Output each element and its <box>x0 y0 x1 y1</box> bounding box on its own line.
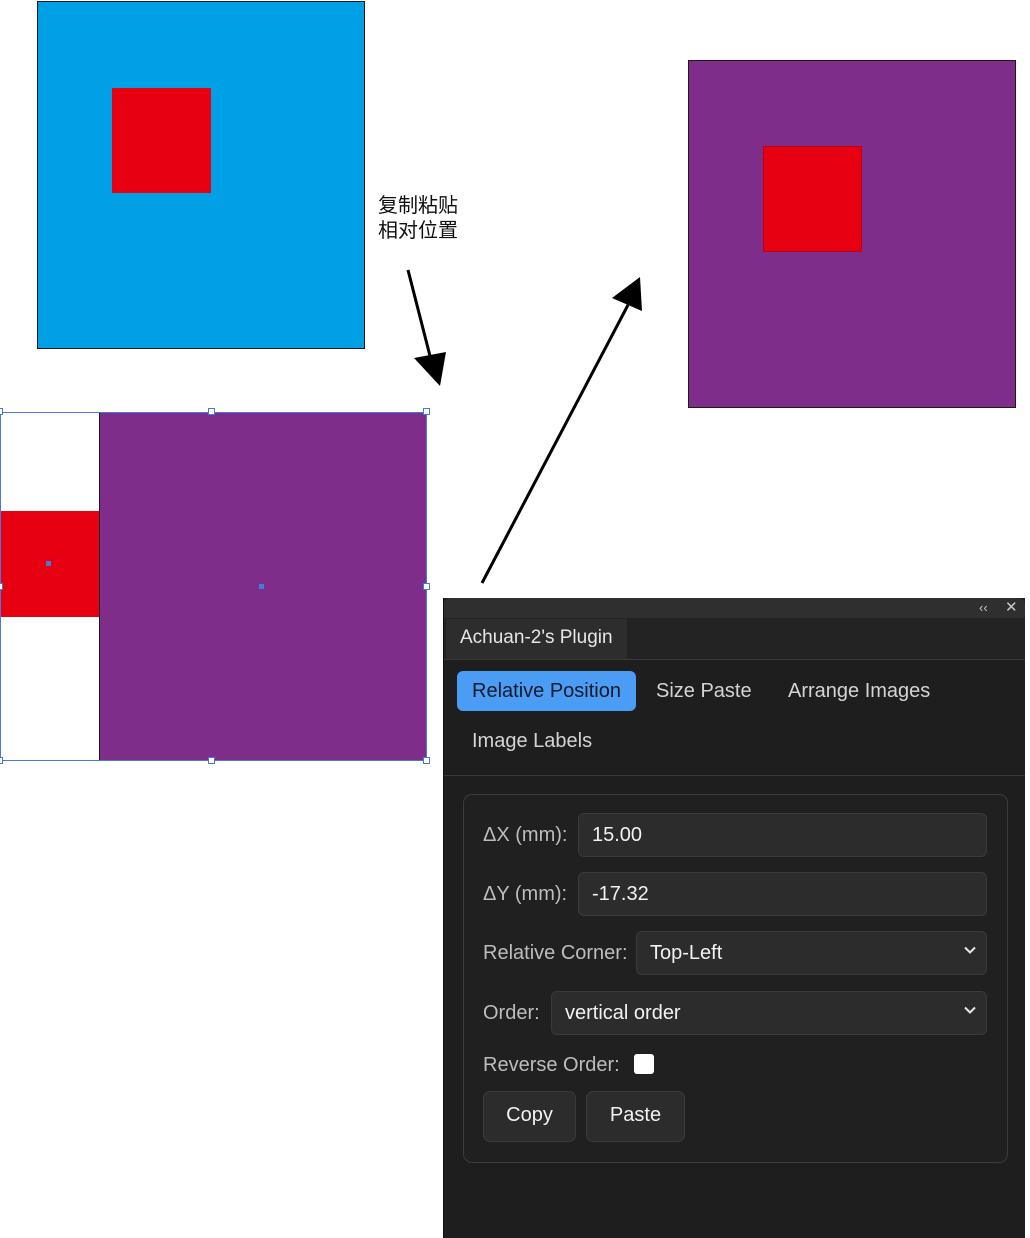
selection-handle[interactable] <box>208 408 215 415</box>
source-red-square[interactable] <box>112 88 211 193</box>
selection-handle[interactable] <box>0 757 3 764</box>
reverse-order-checkbox[interactable] <box>634 1054 654 1074</box>
order-select[interactable]: vertical order <box>551 991 987 1035</box>
chevron-down-icon <box>964 1006 976 1014</box>
annotation-note: 复制粘贴 相对位置 <box>378 193 458 243</box>
paste-button[interactable]: Paste <box>586 1091 685 1142</box>
tab-arrange-images[interactable]: Arrange Images <box>773 671 945 711</box>
selection-handle[interactable] <box>0 583 3 590</box>
order-label: Order: <box>483 1002 540 1024</box>
selection-handle[interactable] <box>208 757 215 764</box>
tab-relative-position[interactable]: Relative Position <box>457 671 636 711</box>
dx-input[interactable]: 15.00 <box>578 813 987 857</box>
arrow-down-line <box>406 269 432 357</box>
tab-image-labels[interactable]: Image Labels <box>457 721 607 761</box>
selection-handle[interactable] <box>423 583 430 590</box>
corner-select[interactable]: Top-Left <box>636 931 987 975</box>
tab-size-paste[interactable]: Size Paste <box>641 671 767 711</box>
corner-select-value: Top-Left <box>650 942 723 964</box>
arrow-down-head <box>414 352 446 386</box>
dy-label: ΔY (mm): <box>483 883 568 905</box>
reverse-order-label: Reverse Order: <box>483 1054 620 1076</box>
selection-handle[interactable] <box>423 757 430 764</box>
copy-button[interactable]: Copy <box>483 1091 576 1142</box>
relative-position-form: ΔX (mm): 15.00 ΔY (mm): -17.32 Relative … <box>463 794 1008 1163</box>
plugin-tab-bar: Relative Position Size Paste Arrange Ima… <box>444 660 1025 776</box>
selection-bounding-box[interactable] <box>0 412 427 761</box>
close-icon[interactable]: ✕ <box>1005 599 1018 617</box>
chevron-down-icon <box>964 946 976 954</box>
corner-label: Relative Corner: <box>483 942 628 964</box>
selection-handle[interactable] <box>0 408 3 415</box>
panel-title-bar[interactable]: ‹‹ ✕ <box>444 598 1025 618</box>
panel-tab-plugin[interactable]: Achuan-2's Plugin <box>446 619 627 659</box>
arrow-up-line <box>480 304 630 584</box>
result-red-square[interactable] <box>763 146 862 252</box>
annotation-line-1: 复制粘贴 <box>378 193 458 217</box>
dx-label: ΔX (mm): <box>483 824 568 846</box>
panel-tab-row: Achuan-2's Plugin <box>444 618 1025 660</box>
arrow-up-head <box>612 277 642 311</box>
selection-handle[interactable] <box>423 408 430 415</box>
annotation-line-2: 相对位置 <box>378 218 458 242</box>
center-point-marker <box>259 584 264 589</box>
collapse-icon[interactable]: ‹‹ <box>979 599 988 617</box>
dy-input[interactable]: -17.32 <box>578 872 987 916</box>
order-select-value: vertical order <box>565 1002 681 1024</box>
plugin-panel: ‹‹ ✕ Achuan-2's Plugin Relative Position… <box>443 598 1025 1238</box>
center-point-marker <box>46 561 51 566</box>
